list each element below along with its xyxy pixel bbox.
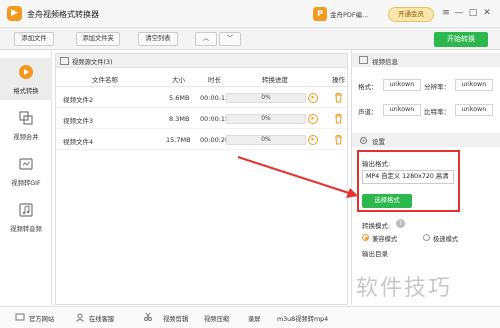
close-button[interactable]: ✕ [481,6,493,20]
column-duration: 时长 [208,76,221,84]
delete-icon[interactable] [334,92,343,103]
move-down-button[interactable]: ﹀ [219,32,241,46]
column-name: 文件名称 [92,76,118,84]
progress-text: 0% [261,136,271,143]
maximize-button[interactable]: □ [467,6,479,20]
compatible-mode-label[interactable]: 兼容模式 [372,234,397,243]
column-size: 大小 [172,76,185,84]
sidebar-item-label: 视频合并 [13,134,39,141]
progress-text: 0% [261,94,271,101]
pdf-app-logo-icon[interactable]: P [313,7,327,21]
sidebar-item-label: 格式转换 [13,88,39,95]
file-name: 视频文件2 [63,96,94,104]
file-list-caption: 视频源文件(3) [72,59,113,66]
title-bar: ▶ 金舟视频格式转换器 P 金舟PDF编... 开通会员 ≡ — □ ✕ [0,0,500,28]
sidebar-item-video-audio[interactable]: 视频转音频 [0,196,52,238]
gear-icon [359,136,368,145]
sidebar-item-label: 视频转GIF [11,180,41,187]
vip-button[interactable]: 开通会员 [388,7,434,22]
website-icon [15,313,25,321]
format-value: unkown [383,79,421,91]
format-convert-icon [19,65,33,79]
file-name: 视频文件4 [63,138,94,146]
website-link[interactable]: 官方网站 [29,314,54,323]
gif-icon [19,158,33,170]
convert-mode-label: 转换模式: [362,222,391,230]
move-up-button[interactable]: ︿ [195,32,217,46]
resolution-label: 分辨率： [424,83,450,91]
play-icon[interactable] [308,135,318,145]
add-folder-button[interactable]: 添加文件夹 [76,32,120,46]
progress-bar: 0% [226,93,306,103]
menu-icon[interactable]: ≡ [440,6,452,20]
file-name: 视频文件3 [63,117,94,125]
app-logo-icon: ▶ [7,6,22,21]
table-row[interactable]: 视频文件2 5.6MB 00:00:12 0% [56,88,347,108]
play-icon[interactable] [308,93,318,103]
clear-list-button[interactable]: 清空列表 [138,32,178,46]
progress-text: 0% [261,115,271,122]
file-duration: 00:00:26 [200,136,230,144]
channel-value: unkown [383,104,421,116]
fast-mode-radio[interactable] [423,234,430,241]
sidebar-item-format-convert[interactable]: 格式转换 [0,58,52,100]
table-row[interactable]: 视频文件4 15.7MB 00:00:26 0% [56,130,347,150]
file-size: 5.6MB [169,94,190,102]
video-info-title: 视频信息 [372,58,398,66]
record-link[interactable]: 录屏 [248,314,261,323]
format-label: 格式： [358,83,378,91]
table-row[interactable]: 视频文件3 8.3MB 00:00:15 0% [56,109,347,129]
bitrate-label: 比特率： [424,108,450,116]
sidebar: 格式转换 视频合并 视频转GIF 视频转音频 [0,50,52,305]
start-convert-button[interactable]: 开始转换 [434,32,488,47]
info-icon [359,56,368,64]
file-list-panel: 视频源文件(3) 文件名称 大小 时长 转换进度 操作 视频文件2 5.6MB … [55,53,348,305]
column-action: 操作 [332,76,345,84]
minimize-button[interactable]: — [453,6,465,20]
settings-title: 设置 [372,138,385,146]
service-icon [76,313,84,322]
add-file-button[interactable]: 添加文件 [14,32,54,46]
column-progress: 转换进度 [262,76,288,84]
sidebar-item-label: 视频转音频 [10,226,42,233]
file-list-columns: 文件名称 大小 时长 转换进度 操作 [56,69,347,87]
play-icon[interactable] [308,114,318,124]
sidebar-item-video-gif[interactable]: 视频转GIF [0,150,52,192]
file-list-icon [60,57,69,65]
watermark: 软件技巧 [356,276,453,301]
bitrate-value: unkown [455,104,493,116]
highlight-box [357,150,460,212]
file-size: 8.3MB [169,115,190,123]
progress-bar: 0% [226,114,306,124]
app-title: 金舟视频格式转换器 [27,10,99,19]
compatible-mode-radio[interactable] [362,234,369,241]
m3u8-link[interactable]: m3u8视频转mp4 [277,314,328,323]
status-bar: 官方网站 在线客服 视频剪辑 视频压缩 录屏 m3u8视频转mp4 [0,306,500,328]
video-compress-link[interactable]: 视频压缩 [204,314,229,323]
sidebar-item-video-merge[interactable]: 视频合并 [0,104,52,146]
video-edit-link[interactable]: 视频剪辑 [163,314,188,323]
channel-label: 声道： [358,108,378,116]
resolution-value: unkown [455,79,493,91]
toolbar: 添加文件 添加文件夹 清空列表 ︿ ﹀ 开始转换 [0,28,500,50]
progress-bar: 0% [226,135,306,145]
delete-icon[interactable] [334,134,343,145]
music-icon [19,203,33,217]
file-duration: 00:00:12 [200,94,230,102]
pdf-app-link[interactable]: 金舟PDF编... [330,9,368,19]
video-info-header: 视频信息 [352,53,500,67]
help-icon[interactable]: ? [396,219,405,228]
video-merge-icon [19,111,33,125]
file-size: 15.7MB [166,136,191,144]
file-duration: 00:00:15 [200,115,230,123]
service-link[interactable]: 在线客服 [89,314,114,323]
output-dir-label: 输出目录 [362,250,388,258]
settings-header: 设置 [352,133,500,147]
delete-icon[interactable] [334,113,343,124]
scissors-icon [144,312,152,321]
file-list-header: 视频源文件(3) [56,54,347,68]
fast-mode-label[interactable]: 极速模式 [433,234,458,243]
